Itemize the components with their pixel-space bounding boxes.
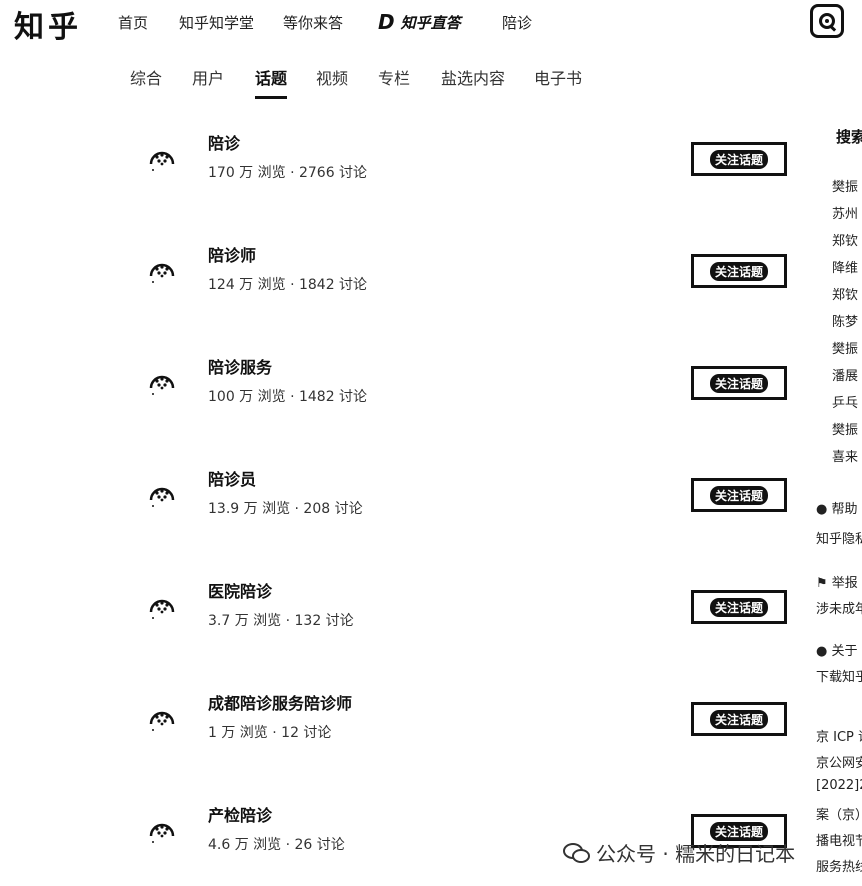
trending-item[interactable]: 樊振: [832, 176, 858, 195]
footer-line: 案（京）: [816, 808, 862, 823]
topic-name[interactable]: 成都陪诊服务陪诊师: [208, 690, 352, 714]
topic-item[interactable]: 医院陪诊 3.7 万 浏览 · 132 讨论 关注话题: [0, 576, 800, 656]
nav-waiting-answers[interactable]: 等你来答: [283, 12, 343, 33]
follow-topic-label: 关注话题: [709, 149, 768, 169]
topic-name[interactable]: 医院陪诊: [208, 578, 272, 602]
help-link[interactable]: 知乎隐私: [816, 528, 862, 547]
topic-stats: 124 万 浏览 · 1842 讨论: [208, 277, 368, 293]
trending-item[interactable]: 樊振: [832, 338, 858, 357]
tab-columns[interactable]: 专栏: [378, 65, 410, 89]
follow-topic-button[interactable]: 关注话题: [691, 142, 787, 176]
report-link[interactable]: 涉未成年: [816, 598, 862, 617]
report-title[interactable]: ⚑ 举报: [816, 572, 858, 591]
about-title[interactable]: ● 关于: [816, 640, 858, 659]
follow-topic-label: 关注话题: [709, 373, 768, 393]
topic-item[interactable]: 陪诊师 124 万 浏览 · 1842 讨论 关注话题: [0, 240, 800, 320]
trending-item[interactable]: 樊振: [832, 419, 858, 438]
sidebar-heading: 搜索: [836, 128, 862, 146]
nav-zhida[interactable]: D 知乎直答: [378, 10, 461, 34]
follow-topic-button[interactable]: 关注话题: [691, 478, 787, 512]
topic-name[interactable]: 产检陪诊: [208, 802, 272, 826]
nav-home[interactable]: 首页: [118, 12, 148, 33]
follow-topic-label: 关注话题: [709, 485, 768, 505]
trending-item[interactable]: 降维: [832, 257, 858, 276]
trending-item[interactable]: 苏州: [832, 203, 858, 222]
topic-stats: 13.9 万 浏览 · 208 讨论: [208, 501, 363, 517]
topic-name[interactable]: 陪诊: [208, 130, 240, 154]
tab-videos[interactable]: 视频: [316, 65, 348, 89]
trending-item[interactable]: 乒乓: [832, 392, 858, 411]
top-navigation-bar: 知乎 首页 知乎知学堂 等你来答 D 知乎直答 陪诊: [0, 0, 862, 46]
topic-name[interactable]: 陪诊服务: [208, 354, 272, 378]
trending-item[interactable]: 郑钦: [832, 284, 858, 303]
footer-line: 播电视节: [816, 834, 862, 849]
tab-users[interactable]: 用户: [192, 65, 224, 89]
topic-item[interactable]: 陪诊服务 100 万 浏览 · 1482 讨论 关注话题: [0, 352, 800, 432]
topic-avatar-icon: [149, 599, 175, 619]
follow-topic-button[interactable]: 关注话题: [691, 590, 787, 624]
topic-name[interactable]: 陪诊师: [208, 242, 256, 266]
topic-item[interactable]: 陪诊员 13.9 万 浏览 · 208 讨论 关注话题: [0, 464, 800, 544]
trending-item[interactable]: 喜来: [832, 446, 858, 465]
help-title[interactable]: ● 帮助: [816, 498, 858, 517]
right-sidebar: 搜索 樊振 苏州 郑钦 降维 郑钦 陈梦 樊振 潘展 乒乓 樊振 喜来 ● 帮助 知乎隐私 ⚑ 举报…: [816, 0, 862, 886]
search-tabs: 综合 用户 话题 视频 专栏 盐选内容 电子书: [0, 56, 800, 100]
topic-avatar-icon: [149, 823, 175, 843]
trending-item[interactable]: 潘展: [832, 365, 858, 384]
footer-line: 服务热线: [816, 860, 862, 875]
footer-line: [2022]2: [816, 778, 862, 793]
follow-topic-label: 关注话题: [709, 261, 768, 281]
wechat-icon: [563, 842, 590, 863]
footer-line: 京公网安: [816, 756, 862, 771]
about-link[interactable]: 下载知乎: [816, 666, 862, 685]
topic-stats: 170 万 浏览 · 2766 讨论: [208, 165, 368, 181]
active-tab-indicator: [255, 96, 287, 99]
topic-avatar-icon: [149, 263, 175, 283]
follow-topic-button[interactable]: 关注话题: [691, 254, 787, 288]
topic-avatar-icon: [149, 487, 175, 507]
search-input[interactable]: 陪诊: [502, 12, 532, 33]
topic-item[interactable]: 陪诊 170 万 浏览 · 2766 讨论 关注话题: [0, 128, 800, 208]
zhida-logo-icon: D: [378, 10, 395, 34]
topic-name[interactable]: 陪诊员: [208, 466, 256, 490]
topic-avatar-icon: [149, 375, 175, 395]
follow-topic-button[interactable]: 关注话题: [691, 366, 787, 400]
trending-item[interactable]: 郑钦: [832, 230, 858, 249]
nav-zhixuetang[interactable]: 知乎知学堂: [179, 12, 254, 33]
follow-topic-label: 关注话题: [709, 709, 768, 729]
topic-stats: 100 万 浏览 · 1482 讨论: [208, 389, 368, 405]
watermark-text: 公众号 · 糯米的日记本: [596, 842, 796, 866]
tab-ebooks[interactable]: 电子书: [534, 65, 582, 89]
topic-avatar-icon: [149, 711, 175, 731]
topic-stats: 1 万 浏览 · 12 讨论: [208, 725, 332, 741]
follow-topic-label: 关注话题: [709, 597, 768, 617]
topic-stats: 4.6 万 浏览 · 26 讨论: [208, 837, 345, 853]
tab-comprehensive[interactable]: 综合: [130, 65, 162, 89]
wechat-watermark: 公众号 · 糯米的日记本: [562, 838, 795, 867]
trending-item[interactable]: 陈梦: [832, 311, 858, 330]
topic-stats: 3.7 万 浏览 · 132 讨论: [208, 613, 354, 629]
tab-salt-selection[interactable]: 盐选内容: [441, 65, 505, 89]
tab-topics[interactable]: 话题: [255, 65, 287, 89]
footer-line: 京 ICP 证: [816, 730, 862, 745]
topic-avatar-icon: [149, 151, 175, 171]
zhida-label: 知乎直答: [400, 13, 461, 32]
follow-topic-button[interactable]: 关注话题: [691, 702, 787, 736]
topic-item[interactable]: 成都陪诊服务陪诊师 1 万 浏览 · 12 讨论 关注话题: [0, 688, 800, 768]
zhihu-logo[interactable]: 知乎: [14, 2, 82, 46]
